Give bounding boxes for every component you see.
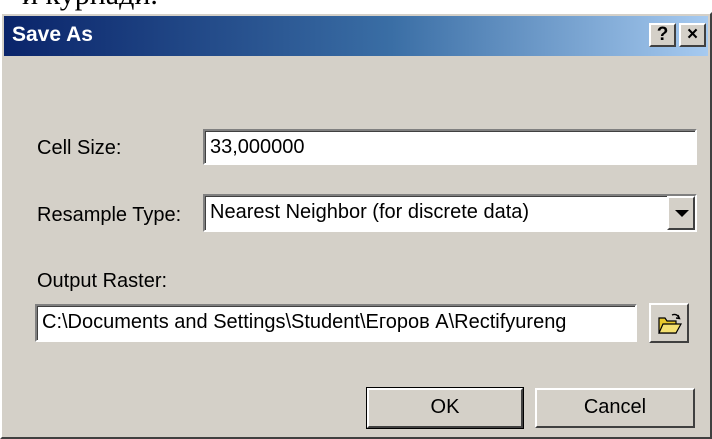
- resample-type-value: Nearest Neighbor (for discrete data): [210, 201, 530, 223]
- open-folder-icon: [658, 313, 683, 334]
- cancel-button[interactable]: Cancel: [535, 388, 695, 428]
- help-button[interactable]: ?: [649, 23, 676, 47]
- cell-size-input[interactable]: 33,000000: [203, 129, 697, 165]
- title-bar[interactable]: Save As ? ×: [4, 16, 708, 56]
- chevron-down-icon[interactable]: [667, 196, 695, 230]
- browse-button[interactable]: [649, 303, 689, 343]
- resample-type-select[interactable]: Nearest Neighbor (for discrete data): [203, 194, 697, 232]
- ok-button[interactable]: OK: [366, 387, 524, 429]
- save-as-dialog: Save As ? × Cell Size: 33,000000 Resampl…: [0, 12, 712, 439]
- resample-type-label: Resample Type:: [37, 204, 182, 226]
- page: и курнади. Save As ? × Cell Size: 33,000…: [0, 0, 712, 439]
- cell-size-label: Cell Size:: [37, 137, 122, 159]
- output-raster-input[interactable]: C:\Documents and Settings\Student\Егоров…: [35, 304, 637, 342]
- close-button[interactable]: ×: [679, 23, 706, 47]
- background-document-text: и курнади.: [22, 0, 158, 12]
- dialog-title: Save As: [12, 23, 93, 46]
- output-raster-label: Output Raster:: [37, 270, 168, 292]
